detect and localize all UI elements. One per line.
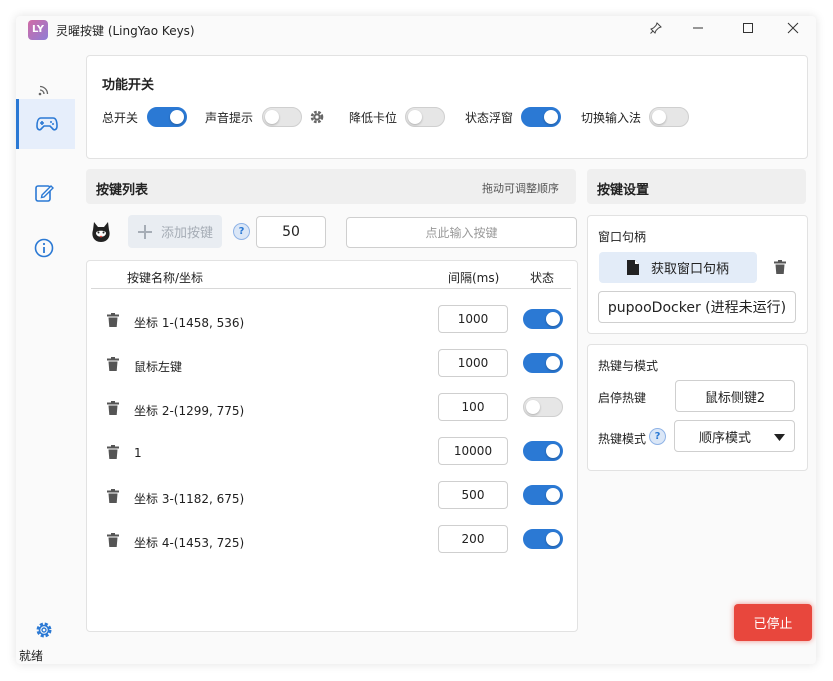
row-status-toggle[interactable]: [523, 309, 563, 329]
add-key-label: 添加按键: [160, 226, 213, 241]
master-switch-label: 总开关: [102, 111, 139, 125]
table-row[interactable]: 鼠标左键 1000: [87, 343, 575, 387]
delete-row-icon[interactable]: [107, 357, 119, 371]
key-list-hint: 拖动可调整顺序: [482, 182, 559, 195]
sound-switch-toggle[interactable]: [262, 107, 302, 127]
row-interval-input[interactable]: 500: [438, 481, 508, 509]
delete-row-icon[interactable]: [107, 401, 119, 415]
hotkey-mode-value: 顺序模式: [699, 430, 752, 446]
header-divider: [91, 288, 571, 289]
sound-settings-gear-icon[interactable]: [309, 109, 325, 125]
app-logo: LY: [28, 20, 48, 40]
minimize-icon: [693, 27, 703, 29]
start-stop-hotkey-label: 启停热键: [598, 391, 647, 405]
row-interval-input[interactable]: 100: [438, 393, 508, 421]
default-interval-input[interactable]: 50: [256, 216, 326, 248]
status-float-label: 状态浮窗: [465, 111, 514, 125]
delete-row-icon[interactable]: [107, 489, 119, 503]
row-status-toggle[interactable]: [523, 485, 563, 505]
hotkey-mode-label: 热键模式: [598, 432, 647, 446]
table-row[interactable]: 坐标 3-(1182, 675) 500: [87, 475, 575, 519]
clear-handle-trash-icon[interactable]: [774, 260, 786, 274]
row-interval-input[interactable]: 200: [438, 525, 508, 553]
window-handle-value[interactable]: pupooDocker (进程未运行): [598, 291, 796, 323]
title-bar: LY 灵曜按键 (LingYao Keys): [16, 16, 816, 44]
add-key-button[interactable]: 添加按键: [128, 215, 222, 248]
hotkey-mode-select[interactable]: 顺序模式: [674, 420, 795, 452]
close-button[interactable]: [776, 16, 810, 44]
window-handle-title: 窗口句柄: [598, 230, 647, 244]
maximize-button[interactable]: [731, 16, 765, 44]
switch-ime-toggle[interactable]: [649, 107, 689, 127]
hotkey-panel: 热键与模式 启停热键 鼠标侧键2 热键模式 ? 顺序模式: [587, 344, 808, 471]
row-name: 坐标 1-(1458, 536): [134, 316, 245, 330]
key-list-table: 按键名称/坐标 间隔(ms) 状态 坐标 1-(1458, 536) 1000 …: [86, 260, 578, 632]
get-window-handle-button[interactable]: 获取窗口句柄: [599, 252, 757, 283]
start-stop-hotkey-input[interactable]: 鼠标侧键2: [675, 380, 795, 412]
pin-icon: [650, 22, 662, 34]
key-list-header: 按键列表 拖动可调整顺序: [86, 169, 576, 204]
table-row[interactable]: 1 10000: [87, 431, 575, 475]
table-row[interactable]: 坐标 2-(1299, 775) 100: [87, 387, 575, 431]
switches-panel: 功能开关 总开关 声音提示 降低卡位 状态浮窗 切换输入法: [86, 55, 808, 159]
gamepad-icon: [36, 117, 58, 131]
key-capture-input[interactable]: 点此输入按键: [346, 217, 577, 248]
sidebar-item-edit[interactable]: [16, 169, 72, 217]
row-name: 鼠标左键: [134, 360, 183, 374]
sidebar-item-info[interactable]: [16, 224, 72, 272]
column-header-interval: 间隔(ms): [448, 271, 500, 285]
row-status-toggle[interactable]: [523, 441, 563, 461]
key-settings-header: 按键设置: [587, 169, 806, 204]
edit-icon: [35, 185, 54, 202]
reduce-lag-toggle[interactable]: [405, 107, 445, 127]
document-icon: [626, 260, 639, 275]
key-settings-title: 按键设置: [597, 183, 650, 198]
status-float-toggle[interactable]: [521, 107, 561, 127]
interval-help-icon[interactable]: ?: [233, 223, 250, 240]
sidebar: [16, 44, 75, 664]
row-name: 1: [134, 446, 142, 460]
column-header-status: 状态: [530, 271, 555, 285]
row-interval-input[interactable]: 1000: [438, 305, 508, 333]
get-window-handle-label: 获取窗口句柄: [650, 262, 729, 277]
switches-title: 功能开关: [102, 78, 155, 93]
chevron-down-icon: [774, 434, 785, 441]
column-header-name: 按键名称/坐标: [127, 271, 204, 285]
row-interval-input[interactable]: 10000: [438, 437, 508, 465]
row-name: 坐标 4-(1453, 725): [134, 536, 245, 550]
maximize-icon: [743, 23, 753, 33]
plus-icon: [137, 224, 152, 239]
gear-icon: [36, 622, 52, 638]
reduce-lag-label: 降低卡位: [349, 111, 398, 125]
mascot-icon: [92, 222, 110, 242]
key-list-title: 按键列表: [96, 183, 149, 198]
delete-row-icon[interactable]: [107, 445, 119, 459]
close-icon: [787, 22, 799, 34]
row-status-toggle[interactable]: [523, 397, 563, 417]
pin-button[interactable]: [639, 16, 673, 44]
delete-row-icon[interactable]: [107, 533, 119, 547]
row-interval-input[interactable]: 1000: [438, 349, 508, 377]
sound-switch-label: 声音提示: [205, 111, 254, 125]
minimize-button[interactable]: [681, 16, 715, 44]
row-name: 坐标 3-(1182, 675): [134, 492, 245, 506]
row-status-toggle[interactable]: [523, 529, 563, 549]
delete-row-icon[interactable]: [107, 313, 119, 327]
hotkey-mode-help-icon[interactable]: ?: [649, 428, 666, 445]
table-row[interactable]: 坐标 1-(1458, 536) 1000: [87, 299, 575, 343]
run-state-button[interactable]: 已停止: [734, 604, 812, 641]
window-handle-panel: 窗口句柄 获取窗口句柄 pupooDocker (进程未运行): [587, 215, 808, 334]
window-title: 灵曜按键 (LingYao Keys): [56, 24, 195, 38]
hotkey-title: 热键与模式: [598, 359, 659, 373]
wireless-icon: [38, 85, 49, 96]
app-window: LY 灵曜按键 (LingYao Keys) 就绪 功能开关 总开关 声音提示 …: [16, 16, 816, 664]
status-text: 就绪: [19, 649, 44, 663]
switch-ime-label: 切换输入法: [581, 111, 642, 125]
master-switch-toggle[interactable]: [147, 107, 187, 127]
info-icon: [34, 238, 54, 258]
row-name: 坐标 2-(1299, 775): [134, 404, 245, 418]
sidebar-item-gamepad[interactable]: [16, 99, 75, 149]
table-row[interactable]: 坐标 4-(1453, 725) 200: [87, 519, 575, 563]
row-status-toggle[interactable]: [523, 353, 563, 373]
